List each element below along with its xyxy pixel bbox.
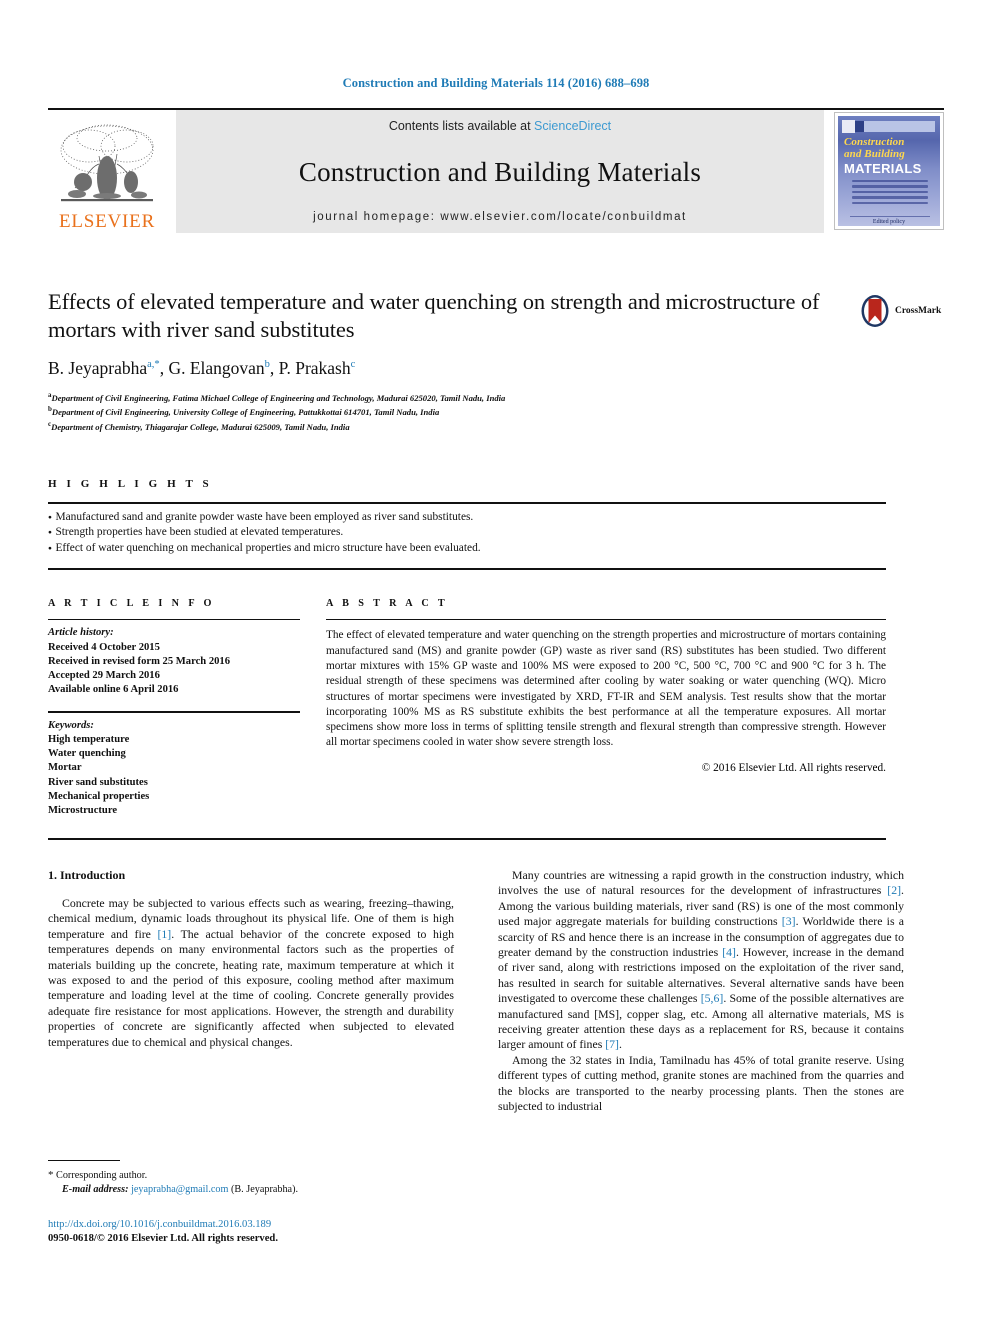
citation-ref[interactable]: [1] bbox=[157, 927, 171, 941]
author-name-1: G. Elangovan bbox=[168, 358, 265, 378]
page-title: Effects of elevated temperature and wate… bbox=[48, 289, 820, 342]
article-history-label: Article history: bbox=[48, 627, 114, 639]
running-head: Construction and Building Materials 114 … bbox=[342, 76, 650, 90]
abstract-text: The effect of elevated temperature and w… bbox=[326, 629, 886, 749]
cover-footer-text: Edited policy bbox=[872, 219, 906, 225]
corresponding-author-line: * Corresponding author. bbox=[48, 1168, 468, 1183]
article-info-block: A R T I C L E I N F O Article history: R… bbox=[48, 598, 300, 818]
article-history-item: Accepted 29 March 2016 bbox=[48, 670, 160, 681]
keywords-separator bbox=[48, 711, 300, 713]
paragraph: Many countries are witnessing a rapid gr… bbox=[498, 868, 905, 1052]
footnote-block: * Corresponding author. E-mail address: … bbox=[48, 1168, 468, 1197]
affiliation-item: aDepartment of Civil Engineering, Fatima… bbox=[48, 390, 888, 404]
keyword-item: Mechanical properties bbox=[48, 790, 150, 802]
paragraph: Among the 32 states in India, Tamilnadu … bbox=[498, 1052, 904, 1114]
email-link[interactable]: jeyaprabha@gmail.com bbox=[131, 1184, 228, 1195]
abstract-heading: A B S T R A C T bbox=[326, 598, 449, 609]
citation-ref[interactable]: [2] bbox=[887, 883, 901, 897]
title-block: Effects of elevated temperature and wate… bbox=[48, 288, 888, 344]
elsevier-wordmark: ELSEVIER bbox=[58, 211, 156, 232]
article-first-page: Construction and Building Materials 114 … bbox=[0, 0, 992, 1323]
keyword-item: High temperature bbox=[48, 734, 130, 745]
email-owner: (B. Jeyaprabha). bbox=[230, 1184, 299, 1195]
author-marks-1: b bbox=[264, 359, 270, 371]
email-label: E-mail address: bbox=[62, 1184, 129, 1195]
abstract-rule bbox=[326, 619, 886, 621]
citation-ref[interactable]: [7] bbox=[605, 1037, 619, 1051]
keyword-item: Mortar bbox=[48, 762, 82, 774]
article-history: Article history: Received 4 October 2015… bbox=[48, 626, 300, 697]
citation-ref[interactable]: [5,6] bbox=[701, 991, 724, 1005]
affiliation-list: aDepartment of Civil Engineering, Fatima… bbox=[48, 390, 888, 433]
keyword-item: Microstructure bbox=[48, 805, 118, 817]
highlights-rule-bottom bbox=[48, 568, 886, 570]
article-history-item: Available online 6 April 2016 bbox=[48, 684, 179, 696]
cover-title-line1: Construction bbox=[844, 136, 905, 148]
footnote-rule bbox=[48, 1160, 120, 1162]
abstract-block: A B S T R A C T The effect of elevated t… bbox=[326, 598, 886, 774]
affiliation-text-2: Department of Chemistry, Thiagarajar Col… bbox=[51, 421, 350, 432]
highlight-text-1: Strength properties have been studied at… bbox=[55, 526, 344, 539]
doi-link[interactable]: http://dx.doi.org/10.1016/j.conbuildmat.… bbox=[48, 1218, 528, 1232]
cover-title-line2: and Building bbox=[844, 148, 905, 160]
author-marks-0: a,* bbox=[147, 359, 160, 371]
issn-copyright-line: 0950-0618/© 2016 Elsevier Ltd. All right… bbox=[48, 1233, 278, 1245]
article-history-item: Received 4 October 2015 bbox=[48, 641, 160, 653]
journal-banner: Contents lists available at ScienceDirec… bbox=[176, 110, 824, 233]
elsevier-tree-icon bbox=[55, 120, 159, 212]
body-column-right: Many countries are witnessing a rapid gr… bbox=[498, 868, 904, 1115]
email-line: E-mail address: jeyaprabha@gmail.com (B.… bbox=[48, 1183, 468, 1197]
body-rule bbox=[48, 838, 886, 840]
contents-lists-prefix: Contents lists available at bbox=[388, 119, 535, 133]
cover-elsevier-mark bbox=[842, 120, 855, 133]
highlights-rule-top bbox=[48, 502, 886, 504]
paragraph: Concrete may be subjected to various eff… bbox=[48, 896, 454, 1049]
affiliation-text-1: Department of Civil Engineering, Univers… bbox=[51, 407, 440, 418]
affiliation-item: bDepartment of Civil Engineering, Univer… bbox=[48, 404, 888, 418]
journal-cover-art: Construction and Building MATERIALS Edit… bbox=[838, 116, 940, 226]
journal-cover-thumbnail[interactable]: Construction and Building MATERIALS Edit… bbox=[834, 112, 944, 230]
cover-divider bbox=[850, 216, 930, 217]
article-info-heading: A R T I C L E I N F O bbox=[48, 598, 215, 609]
body-column-left: 1. Introduction Concrete may be subjecte… bbox=[48, 868, 454, 1050]
author-list: B. Jeyaprabhaa,*, G. Elangovanb, P. Prak… bbox=[48, 358, 356, 378]
keywords-label: Keywords: bbox=[48, 719, 94, 731]
article-history-item: Received in revised form 25 March 2016 bbox=[48, 655, 231, 667]
author-name-2: P. Prakash bbox=[278, 358, 351, 378]
keyword-item: River sand substitutes bbox=[48, 776, 148, 788]
abstract-copyright: © 2016 Elsevier Ltd. All rights reserved… bbox=[701, 761, 886, 774]
sciencedirect-link[interactable]: ScienceDirect bbox=[534, 119, 611, 133]
cover-title-line3: MATERIALS bbox=[844, 161, 922, 176]
elsevier-logo: ELSEVIER bbox=[48, 110, 166, 233]
cover-top-bar bbox=[844, 121, 935, 132]
journal-title: Construction and Building Materials bbox=[298, 156, 702, 187]
journal-homepage-line[interactable]: journal homepage: www.elsevier.com/locat… bbox=[313, 211, 687, 223]
crossmark-badge[interactable]: CrossMark bbox=[860, 290, 950, 332]
citation-ref[interactable]: [4] bbox=[722, 945, 736, 959]
section-title-introduction: 1. Introduction bbox=[48, 868, 126, 882]
author-name-0: B. Jeyaprabha bbox=[48, 358, 148, 378]
doi-block: http://dx.doi.org/10.1016/j.conbuildmat.… bbox=[48, 1218, 528, 1247]
cover-blurb-lines bbox=[852, 180, 928, 207]
keywords-block: Keywords: High temperature Water quenchi… bbox=[48, 719, 300, 818]
highlight-text-2: Effect of water quenching on mechanical … bbox=[55, 542, 481, 555]
journal-masthead: ELSEVIER Contents lists available at Sci… bbox=[48, 108, 944, 233]
author-marks-2: c bbox=[350, 359, 356, 371]
affiliation-text-0: Department of Civil Engineering, Fatima … bbox=[51, 392, 506, 403]
keyword-item: Water quenching bbox=[48, 748, 126, 760]
corresponding-author-label: Corresponding author. bbox=[56, 1170, 148, 1181]
highlight-text-0: Manufactured sand and granite powder was… bbox=[55, 511, 474, 524]
highlights-list: Manufactured sand and granite powder was… bbox=[48, 510, 886, 556]
affiliation-item: cDepartment of Chemistry, Thiagarajar Co… bbox=[48, 419, 888, 433]
corresponding-author-marker: * bbox=[48, 1169, 54, 1181]
highlight-item: Strength properties have been studied at… bbox=[48, 525, 886, 540]
article-info-rule bbox=[48, 619, 300, 621]
highlights-heading: H I G H L I G H T S bbox=[48, 478, 213, 490]
crossmark-label: CrossMark bbox=[895, 306, 942, 316]
crossmark-icon bbox=[860, 294, 890, 328]
highlight-item: Effect of water quenching on mechanical … bbox=[48, 541, 886, 556]
contents-lists-line: Contents lists available at ScienceDirec… bbox=[389, 119, 611, 133]
highlight-item: Manufactured sand and granite powder was… bbox=[48, 510, 886, 525]
citation-ref[interactable]: [3] bbox=[782, 914, 796, 928]
